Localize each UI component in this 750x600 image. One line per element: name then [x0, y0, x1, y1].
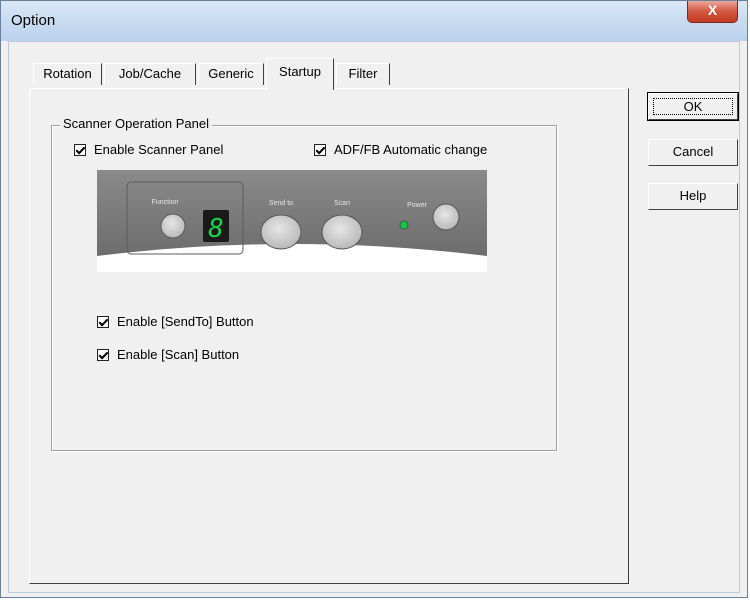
scanner-panel-image: Function 8 Send to Scan Power [97, 170, 487, 272]
checkbox-checked-icon [97, 348, 109, 361]
tab-filter[interactable]: Filter [336, 63, 390, 85]
cancel-label: Cancel [672, 144, 714, 159]
tab-generic[interactable]: Generic [198, 63, 264, 85]
checkbox-checked-icon [97, 315, 109, 328]
close-button[interactable]: X [687, 1, 738, 23]
checkbox-label: Enable [SendTo] Button [117, 314, 254, 329]
tab-rotation[interactable]: Rotation [33, 63, 102, 85]
help-label: Help [679, 188, 707, 203]
tab-label: Rotation [43, 66, 92, 81]
checkbox-checked-icon [74, 143, 86, 156]
checkbox-label: ADF/FB Automatic change [334, 142, 488, 157]
send-to-button [260, 214, 302, 250]
display-digit: 8 [208, 214, 224, 244]
tab-label: Startup [279, 64, 321, 79]
checkbox-label: Enable [Scan] Button [117, 347, 240, 362]
send-to-label: Send to [269, 200, 293, 207]
power-led-icon [399, 220, 409, 230]
function-label: Function [152, 199, 179, 206]
tab-label: Filter [348, 66, 378, 81]
power-label: Power [407, 202, 428, 209]
cancel-button[interactable]: Cancel [648, 139, 738, 166]
checkbox-label: Enable Scanner Panel [94, 142, 224, 157]
close-icon: X [707, 2, 718, 18]
tab-label: Generic [208, 66, 254, 81]
adf-fb-automatic-change-checkbox[interactable]: ADF/FB Automatic change [314, 142, 487, 157]
ok-label: OK [653, 98, 733, 115]
window-title: Option [11, 12, 56, 29]
function-button [160, 213, 186, 239]
tab-label: Job/Cache [118, 66, 182, 81]
scan-button [321, 214, 363, 250]
enable-scan-button-checkbox[interactable]: Enable [Scan] Button [97, 347, 239, 362]
checkbox-checked-icon [314, 143, 326, 156]
enable-sendto-button-checkbox[interactable]: Enable [SendTo] Button [97, 314, 254, 329]
scanner-panel-graphic: Function 8 Send to Scan Power [97, 170, 487, 256]
power-button [432, 203, 460, 231]
help-button[interactable]: Help [648, 183, 738, 210]
scan-label: Scan [334, 200, 350, 207]
group-title: Scanner Operation Panel [60, 116, 212, 131]
enable-scanner-panel-checkbox[interactable]: Enable Scanner Panel [74, 142, 223, 157]
ok-button[interactable]: OK [647, 92, 739, 121]
tab-startup[interactable]: Startup [266, 58, 334, 90]
tab-job-cache[interactable]: Job/Cache [104, 63, 196, 85]
title-bar[interactable]: Option X [1, 1, 747, 41]
